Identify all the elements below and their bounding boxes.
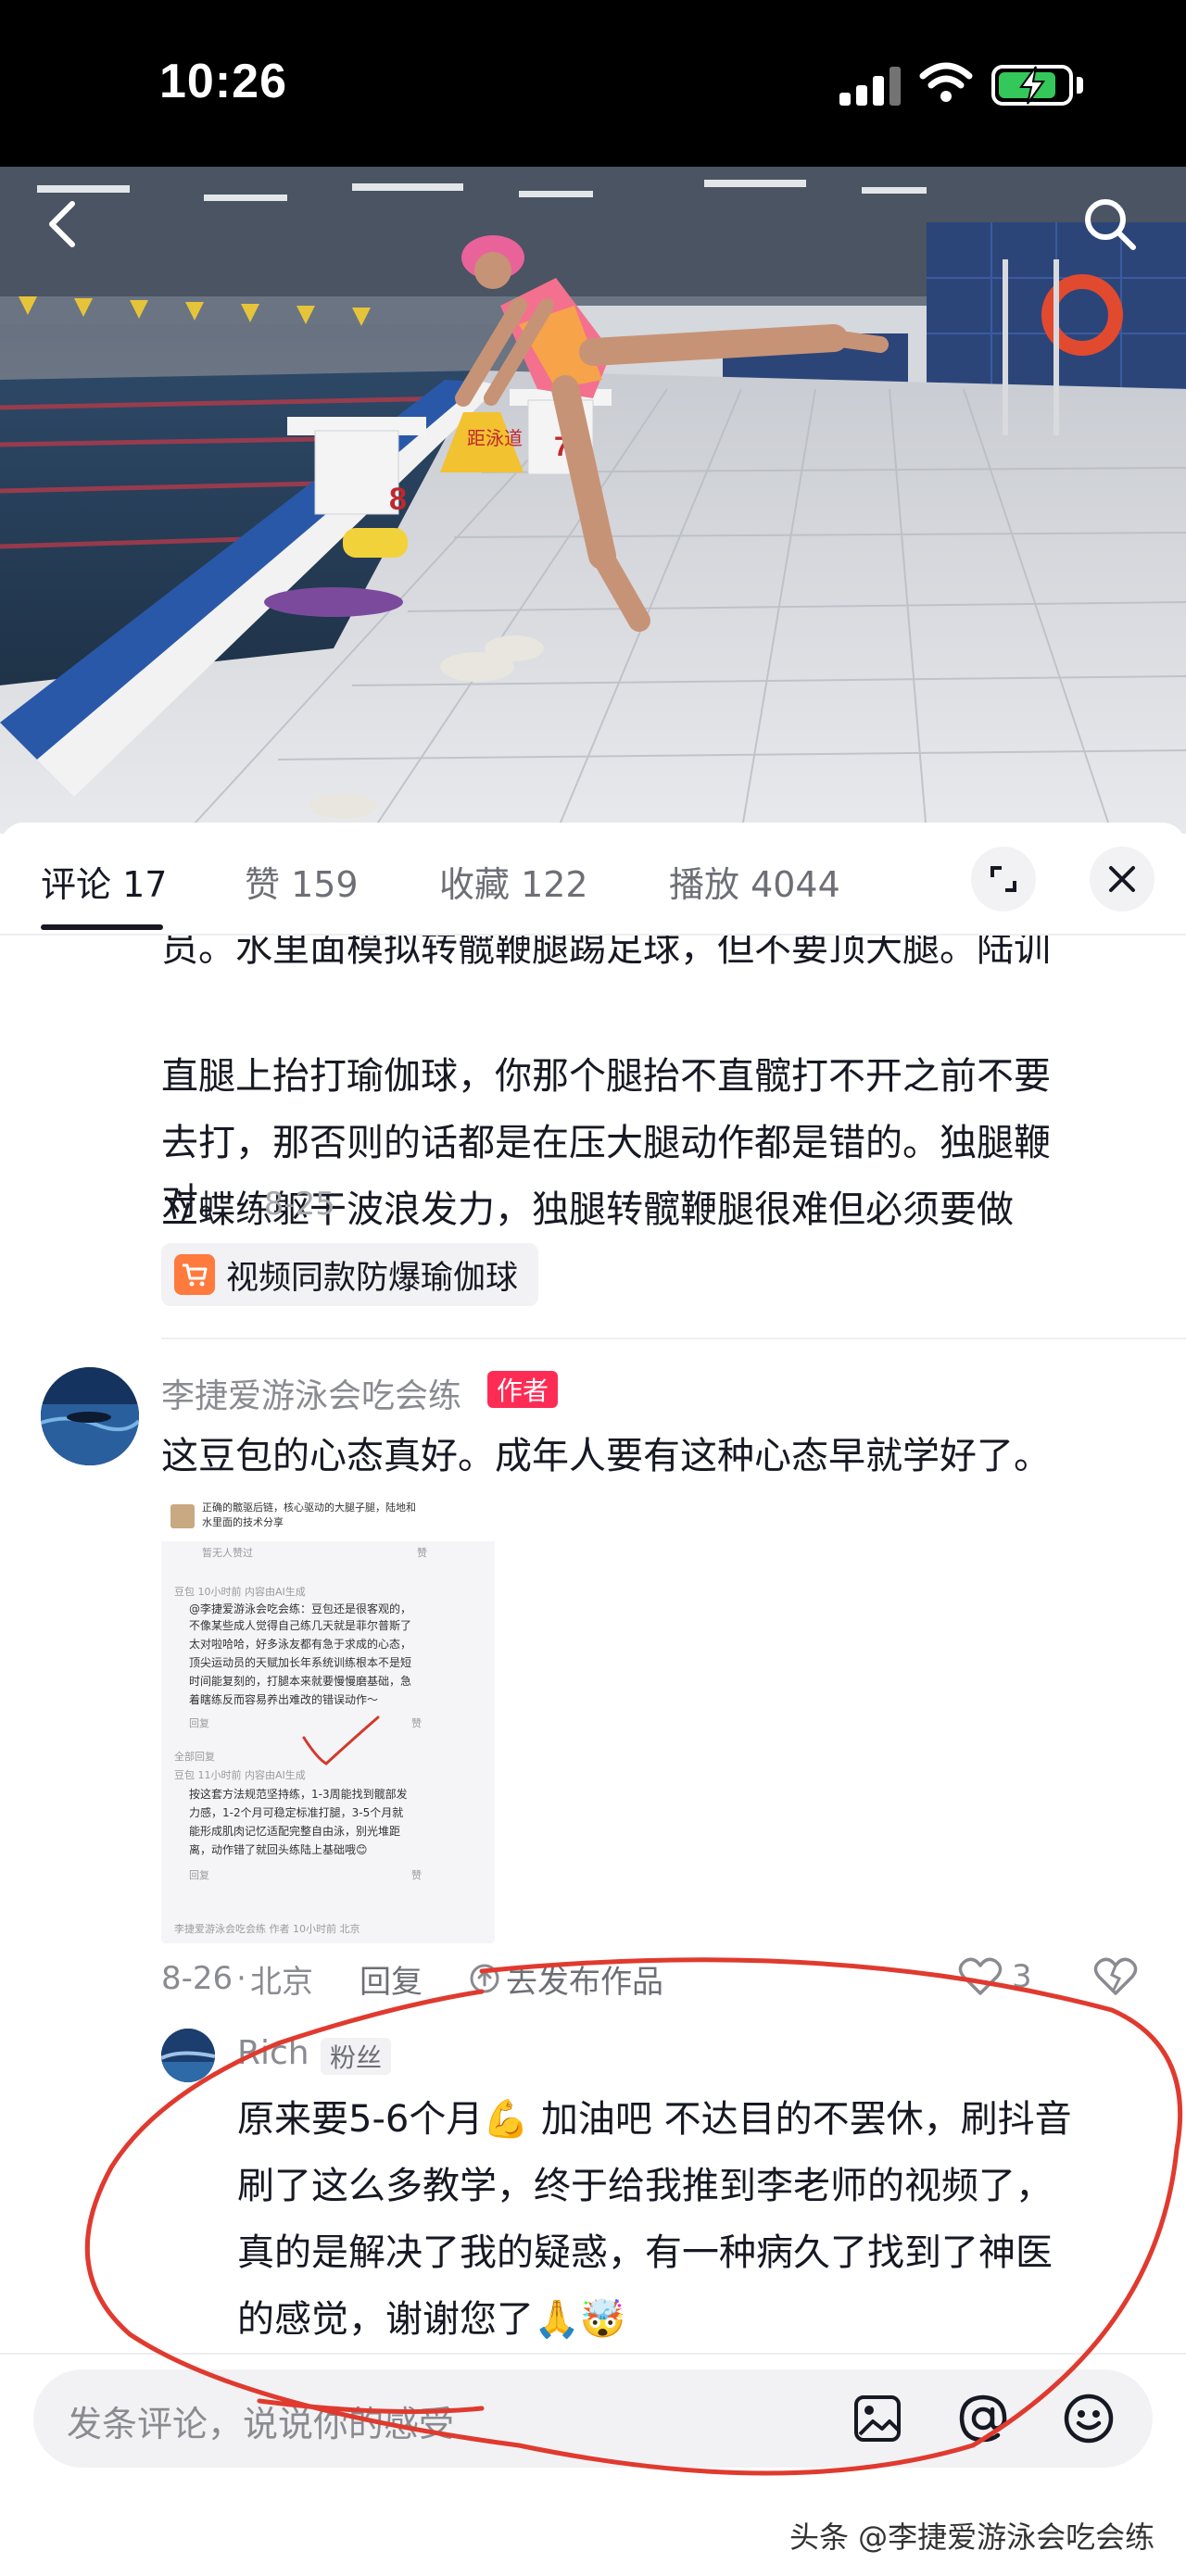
tab-comments[interactable]: 评论 17 xyxy=(41,856,167,907)
close-icon[interactable] xyxy=(1090,847,1154,911)
reply-line-4: 的感觉，谢谢您了🙏🤯 xyxy=(237,2298,626,2341)
shot-reply1-line-4: 顶尖运动员的天赋加长年系统训练根本不是短 xyxy=(189,1656,412,1669)
author-comment-location: 北京 xyxy=(249,1963,313,2001)
tab-plays[interactable]: 播放 4044 xyxy=(669,856,840,907)
shot-like-word-3: 赞 xyxy=(411,1869,422,1881)
shot-footer: 李捷爱游泳会吃会练 作者 10小时前 北京 xyxy=(174,1923,360,1935)
comment-divider xyxy=(161,1338,1186,1339)
shot-like-word-2: 赞 xyxy=(411,1717,422,1729)
reply-line-3: 真的是解决了我的疑惑，有一种病久了找到了神医 xyxy=(237,2231,1053,2274)
block-number-8: 8 xyxy=(389,482,407,517)
chevron-left-icon[interactable] xyxy=(26,187,100,261)
prev-comment-end-text: 对。 xyxy=(161,1181,235,1224)
tab-favorites[interactable]: 收藏 122 xyxy=(439,856,588,907)
comment-input[interactable]: 发条评论，说说你的感受 xyxy=(33,2369,1153,2468)
shot-reply2-line-1: 按这套方法规范坚持练，1-3周能找到髋部发 xyxy=(189,1788,408,1801)
product-label: 视频同款防爆瑜伽球 xyxy=(226,1259,519,1297)
reply-line-2: 刷了这么多教学，终于给我推到李老师的视频了， xyxy=(237,2165,1053,2207)
shot-reply1-line-5: 时间能复刻的，打腿本来就要慢慢磨基础，急 xyxy=(189,1675,412,1688)
author-badge: 作者 xyxy=(487,1371,559,1408)
battery-cap xyxy=(1077,77,1083,94)
emoji-icon[interactable] xyxy=(1060,2390,1117,2447)
status-bar: 10:26 xyxy=(0,0,1186,167)
shot-meta-1: 豆包 10小时前 内容由AI生成 xyxy=(174,1586,306,1598)
shot-reply1-line-2: 不像某些成人觉得自己练几天就是菲尔普斯了 xyxy=(189,1619,412,1632)
shot-reply1-line-1: @李捷爱游泳会吃会练：豆包还是很客观的， xyxy=(189,1602,412,1615)
at-icon[interactable] xyxy=(954,2390,1012,2447)
shot-header-line-2: 水里面的技术分享 xyxy=(202,1516,284,1528)
prev-comment-line-2: 直腿上抬打瑜伽球，你那个腿抬不直髋打不开之前不要 xyxy=(161,1055,1051,1098)
shot-reply2-line-3: 能形成肌肉记忆适配完整自由泳，别光堆距 xyxy=(189,1825,401,1838)
author-comment-text: 这豆包的心态真好。成年人要有这种心态早就学好了。 xyxy=(161,1435,1051,1477)
upload-icon xyxy=(470,1964,499,1993)
video-frame: 8 7 距泳道 xyxy=(0,167,1186,834)
shot-like-word: 赞 xyxy=(417,1547,427,1559)
author-username[interactable]: 李捷爱游泳会吃会练 xyxy=(161,1369,461,1417)
image-icon[interactable] xyxy=(849,2390,906,2447)
comment-tabs: 评论 17 赞 159 收藏 122 播放 4044 xyxy=(0,823,1186,934)
prev-comment-date: 8-25 xyxy=(263,1186,335,1223)
video-player[interactable]: 8 7 距泳道 xyxy=(0,167,1186,834)
like-button[interactable]: 3 xyxy=(958,1956,1032,1997)
shot-meta-2: 豆包 11小时前 内容由AI生成 xyxy=(174,1769,306,1781)
watermark: 头条 @李捷爱游泳会吃会练 xyxy=(789,2519,1155,2555)
lane-sign-text: 距泳道 xyxy=(467,427,523,449)
prev-comment-line-3: 去打，那否则的话都是在压大腿动作都是错的。独腿鞭 xyxy=(161,1122,1051,1164)
author-comment-date: 8-26 xyxy=(161,1960,233,1997)
fan-badge: 粉丝 xyxy=(321,2038,392,2075)
comment-input-placeholder: 发条评论，说说你的感受 xyxy=(67,2404,455,2444)
like-count: 3 xyxy=(1012,1958,1032,1995)
signal-icon xyxy=(839,65,901,106)
dislike-heart-icon[interactable] xyxy=(1093,1956,1138,2001)
prev-comment-last-line: 对。 8-25 xyxy=(161,1169,335,1238)
shot-header-line-1: 正确的髋驱后链，核心驱动的大腿子腿，陆地和 xyxy=(202,1502,416,1514)
status-time: 10:26 xyxy=(159,55,287,108)
active-tab-indicator xyxy=(41,924,163,930)
heart-icon xyxy=(958,1957,1003,1995)
reply-line-1: 原来要5-6个月💪 加油吧 不达目的不罢休，刷抖音 xyxy=(237,2098,1072,2141)
tab-likes[interactable]: 赞 159 xyxy=(245,856,359,907)
comment-image[interactable]: 正确的髋驱后链，核心驱动的大腿子腿，陆地和 水里面的技术分享 暂无人赞过 赞 豆… xyxy=(161,1499,495,1943)
charging-bolt-icon xyxy=(1019,66,1045,105)
shot-no-likes: 暂无人赞过 xyxy=(202,1547,253,1559)
shot-reply2-line-4: 离，动作错了就回头练陆上基础哦😊 xyxy=(189,1843,368,1856)
search-icon[interactable] xyxy=(1073,187,1147,261)
reply-button[interactable]: 回复 xyxy=(360,1956,423,2002)
reply-avatar[interactable] xyxy=(161,2029,215,2082)
shot-reply2-line-2: 力感，1-2个月可稳定标准打腿，3-5个月就 xyxy=(189,1806,404,1819)
shot-reply-word-1: 回复 xyxy=(189,1717,209,1729)
author-comment-meta: 8-26 · 北京 回复 去发布作品 xyxy=(161,1951,663,2006)
prev-comment-line-1: 员。水里面模拟转髋鞭腿踢足球，但不要顶大腿。陆训 xyxy=(161,936,1051,970)
publish-work-label: 去发布作品 xyxy=(505,1963,663,2001)
avatar[interactable] xyxy=(41,1367,139,1465)
publish-work-button[interactable]: 去发布作品 xyxy=(469,1956,663,2002)
product-card[interactable]: 视频同款防爆瑜伽球 xyxy=(161,1243,539,1306)
checkmark-icon xyxy=(302,1715,380,1766)
shot-all-replies: 全部回复 xyxy=(174,1751,215,1763)
shot-reply-word-2: 回复 xyxy=(189,1869,209,1881)
expand-icon[interactable] xyxy=(971,847,1036,911)
shot-thumbnail xyxy=(170,1504,195,1528)
input-divider xyxy=(0,2353,1186,2355)
reply-username[interactable]: Rich xyxy=(237,2034,309,2072)
wifi-icon xyxy=(919,62,973,102)
shot-reply1-line-3: 太对啦哈哈，好多泳友都有急于求成的心态， xyxy=(189,1638,412,1651)
shot-reply1-line-6: 着瞎练反而容易养出难改的错误动作～ xyxy=(189,1693,379,1706)
shopping-cart-icon xyxy=(174,1254,215,1295)
